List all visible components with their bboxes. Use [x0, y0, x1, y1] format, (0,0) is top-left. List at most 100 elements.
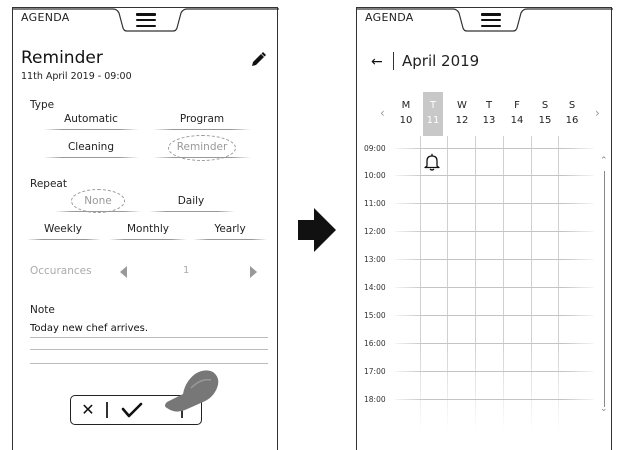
confirm-button[interactable] [111, 396, 151, 423]
grid-line [395, 259, 593, 260]
grid-line [395, 343, 593, 344]
check-icon [121, 402, 143, 418]
repeat-option-none[interactable]: None [68, 195, 128, 207]
time-label: 15:00 [364, 311, 386, 320]
time-label: 16:00 [364, 339, 386, 348]
type-option-cleaning[interactable]: Cleaning [50, 141, 132, 153]
note-line [30, 349, 268, 350]
type-label: Type [30, 99, 55, 111]
repeat-label: Repeat [30, 178, 67, 190]
grid-line [395, 371, 593, 372]
grid-line [503, 136, 504, 432]
page-title: Reminder [21, 48, 103, 68]
app-label: AGENDA [21, 11, 70, 24]
grid-line [395, 175, 593, 176]
chevron-right-icon[interactable] [250, 266, 257, 278]
grid-line [395, 287, 593, 288]
day-number: 16 [565, 115, 579, 126]
time-label: 14:00 [364, 283, 386, 292]
day-letter: T [429, 100, 437, 111]
day-letter: W [457, 100, 467, 111]
day-number: 13 [482, 115, 496, 126]
occurances-value: 1 [183, 265, 190, 276]
divider [393, 52, 394, 70]
pencil-icon[interactable] [249, 51, 267, 69]
day-letter: M [401, 100, 411, 111]
grid-line [395, 399, 593, 400]
type-option-program[interactable]: Program [161, 113, 243, 125]
type-option-reminder[interactable]: Reminder [161, 141, 243, 153]
month-title: April 2019 [402, 52, 480, 70]
option-underline [153, 157, 251, 158]
note-text[interactable]: Today new chef arrives. [30, 323, 148, 334]
day-letter: F [514, 100, 520, 111]
note-line [30, 337, 268, 338]
time-label: 10:00 [364, 171, 386, 180]
note-line [30, 363, 268, 364]
divider [106, 402, 108, 418]
scroll-down-icon[interactable]: ⌄ [600, 404, 608, 414]
grid-line [395, 231, 593, 232]
calendar-screen: AGENDA ← April 2019 ‹ › M 10 T 11 W 12 T… [356, 7, 613, 450]
time-label: 18:00 [364, 395, 386, 404]
day-header[interactable]: T 13 [479, 98, 499, 128]
reminder-edit-screen: AGENDA Reminder 11th April 2019 - 09:00 … [12, 7, 279, 450]
day-number: 12 [455, 115, 469, 126]
time-label: 09:00 [364, 144, 386, 153]
type-option-automatic[interactable]: Automatic [50, 113, 132, 125]
option-underline [43, 157, 139, 158]
hamburger-icon[interactable] [136, 13, 156, 28]
arrow-left-icon[interactable]: ← [371, 54, 383, 70]
option-underline [43, 129, 139, 130]
repeat-option-daily[interactable]: Daily [161, 195, 221, 207]
option-underline [153, 129, 251, 130]
grid-line [447, 136, 448, 432]
time-label: 17:00 [364, 367, 386, 376]
chevron-left-icon[interactable] [120, 266, 127, 278]
option-underline [109, 239, 187, 240]
repeat-option-monthly[interactable]: Monthly [115, 223, 181, 235]
grid-line [558, 136, 559, 432]
reminder-datetime: 11th April 2019 - 09:00 [21, 71, 132, 82]
day-header[interactable]: S 16 [562, 98, 582, 128]
time-label: 11:00 [364, 199, 386, 208]
app-label: AGENDA [365, 11, 414, 24]
flow-arrow-icon [298, 208, 336, 252]
chevron-left-icon[interactable]: ‹ [380, 106, 385, 120]
chevron-right-icon[interactable]: › [595, 106, 600, 120]
option-underline [55, 211, 141, 212]
grid-line [420, 136, 421, 432]
scrollbar[interactable] [604, 171, 605, 407]
time-label: 12:00 [364, 227, 386, 236]
note-label: Note [30, 304, 55, 316]
day-letter: S [568, 100, 576, 111]
close-icon: ✕ [81, 400, 95, 419]
hand-pointer-icon [165, 370, 219, 412]
hamburger-icon[interactable] [481, 13, 501, 28]
day-letter: T [485, 100, 493, 111]
grid-line [395, 148, 593, 149]
option-underline [193, 239, 267, 240]
grid-line [531, 136, 532, 432]
day-header[interactable]: S 15 [535, 98, 555, 128]
repeat-option-yearly[interactable]: Yearly [200, 223, 260, 235]
day-number: 15 [538, 115, 552, 126]
occurances-label: Occurances [30, 265, 92, 277]
option-underline [149, 211, 235, 212]
day-header-today[interactable]: T 11 [423, 92, 443, 136]
bell-icon[interactable] [424, 153, 440, 171]
day-letter: S [541, 100, 549, 111]
day-header[interactable]: F 14 [507, 98, 527, 128]
day-header[interactable]: W 12 [452, 98, 472, 128]
grid-line [395, 203, 593, 204]
time-label: 13:00 [364, 255, 386, 264]
grid-line [395, 315, 593, 316]
day-header[interactable]: M 10 [396, 98, 416, 128]
day-number: 10 [399, 115, 413, 126]
repeat-option-weekly[interactable]: Weekly [30, 223, 96, 235]
grid-line [475, 136, 476, 432]
cancel-button[interactable]: ✕ [71, 396, 105, 423]
scroll-up-icon[interactable]: ⌃ [600, 156, 608, 166]
option-underline [27, 239, 101, 240]
day-number: 14 [510, 115, 524, 126]
